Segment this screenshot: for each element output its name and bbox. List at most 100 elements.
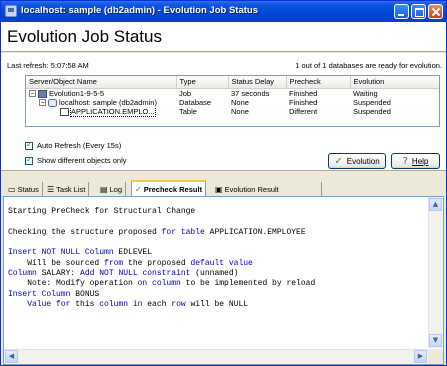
job-status-grid: Server/Object Name Type Status Delay Pre… xyxy=(25,75,440,127)
page-title: Evolution Job Status xyxy=(7,27,162,46)
tab-label: Evolution Result xyxy=(224,184,279,194)
table-row[interactable]: − Evolution1-9-5-5 Job 37 seconds Finishe… xyxy=(26,88,439,98)
output-keyword: Column xyxy=(8,269,37,279)
evolution-status: Suspended xyxy=(353,107,391,117)
output-line: Note: Modify operation on column to be i… xyxy=(8,279,428,289)
collapse-toggle-icon[interactable]: − xyxy=(39,99,46,107)
collapse-toggle-icon[interactable]: − xyxy=(29,90,36,98)
page-header: Evolution Job Status xyxy=(1,22,446,52)
tab-evolution-result[interactable]: ▣ Evolution Result xyxy=(212,182,322,196)
output-text: to be implemented by reload xyxy=(180,279,316,289)
column-header-evolution[interactable]: Evolution xyxy=(350,76,439,89)
output-line: Insert NOT NULL Column EDLEVEL xyxy=(8,248,428,258)
output-text: (unnamed) xyxy=(190,269,239,279)
tab-status[interactable]: ▭ Status xyxy=(5,182,43,196)
scroll-right-icon[interactable]: ▶ xyxy=(414,350,427,363)
object-type: Table xyxy=(179,107,197,117)
scroll-left-icon[interactable]: ◀ xyxy=(5,350,18,363)
output-line: Insert Column BONUS xyxy=(8,290,428,300)
evolution-button-label: Evolution xyxy=(346,156,380,166)
precheck-result-panel: Starting PreCheck for Structural Change C… xyxy=(3,196,444,365)
precheck-output[interactable]: Starting PreCheck for Structural Change C… xyxy=(4,197,428,348)
status-panel: Last refresh: 5:07:58 AM 1 out of 1 data… xyxy=(1,53,446,170)
horizontal-scrollbar[interactable]: ◀ ▶ xyxy=(4,349,428,364)
maximize-button[interactable] xyxy=(411,4,426,19)
evolution-status: Waiting xyxy=(353,88,378,98)
table-icon xyxy=(60,108,69,117)
help-button[interactable]: ? Help xyxy=(391,153,440,169)
output-text: Checking the structure proposed xyxy=(8,227,162,237)
tab-label: Precheck Result xyxy=(143,185,203,194)
output-keyword: on column xyxy=(137,279,181,289)
precheck-status: Finished xyxy=(289,88,318,98)
tab-precheck-result[interactable]: ✓ Precheck Result xyxy=(131,180,207,197)
show-different-option[interactable]: Show different objects only xyxy=(25,155,127,165)
object-name: APPLICATION.EMPLO... xyxy=(70,107,156,117)
output-text: APPLICATION.EMPLOYEE xyxy=(204,227,306,237)
output-line: Value for this column in each row will b… xyxy=(8,300,428,310)
evolution-button[interactable]: ✓ Evolution xyxy=(328,153,386,169)
output-text: EDLEVEL xyxy=(113,248,153,258)
window-title: localhost: sample (db2admin) - Evolution… xyxy=(21,5,258,16)
checkmark-icon: ✓ xyxy=(334,155,343,167)
result-tabs: ▭ Status ☰ Task List ▤ Log ✓ Precheck Re… xyxy=(1,170,446,197)
show-different-label: Show different objects only xyxy=(37,156,127,165)
column-header-type[interactable]: Type xyxy=(176,76,229,89)
tab-log[interactable]: ▤ Log xyxy=(97,182,127,196)
column-header-name[interactable]: Server/Object Name xyxy=(26,76,177,89)
output-line: Starting PreCheck for Structural Change xyxy=(8,207,428,217)
tab-label: Task List xyxy=(56,184,86,194)
tab-task-list[interactable]: ☰ Task List xyxy=(44,182,90,196)
precheck-status: Different xyxy=(289,107,318,117)
task-list-icon: ☰ xyxy=(47,184,55,194)
status-delay: 37 seconds xyxy=(231,88,270,98)
output-text: SALARY: xyxy=(36,269,81,279)
evolution-job-status-window: localhost: sample (db2admin) - Evolution… xyxy=(0,0,447,366)
object-name: localhost: sample (db2admin) xyxy=(59,97,157,107)
output-keyword: Value for xyxy=(27,299,71,309)
output-text: this xyxy=(70,299,100,309)
output-line: Will be sourced from the proposed defaul… xyxy=(8,259,428,269)
precheck-status: Finished xyxy=(289,97,318,107)
minimize-button[interactable] xyxy=(394,4,409,19)
column-header-status-delay[interactable]: Status Delay xyxy=(228,76,287,89)
vertical-scrollbar[interactable]: ▲ ▼ xyxy=(428,197,443,348)
show-different-checkbox[interactable] xyxy=(25,155,33,165)
job-icon xyxy=(38,89,47,98)
help-icon: ? xyxy=(402,155,408,167)
column-header-precheck[interactable]: Precheck xyxy=(286,76,351,89)
databases-ready-text: 1 out of 1 databases are ready for evolu… xyxy=(295,61,442,70)
precheck-icon: ✓ xyxy=(135,185,142,194)
output-keyword: Add NOT NULL constraint xyxy=(80,269,191,279)
output-line: Checking the structure proposed for tabl… xyxy=(8,228,428,238)
output-text: the proposed xyxy=(123,258,191,268)
title-bar[interactable]: localhost: sample (db2admin) - Evolution… xyxy=(1,1,446,22)
auto-refresh-label: Auto Refresh (Every 15s) xyxy=(37,141,122,150)
output-keyword: from xyxy=(104,258,124,268)
object-type: Database xyxy=(179,97,212,107)
output-line: Column SALARY: Add NOT NULL constraint (… xyxy=(8,269,428,279)
output-text: Note: Modify operation xyxy=(8,279,138,289)
output-keyword: column in xyxy=(99,299,143,309)
output-keyword: Insert NOT NULL Column xyxy=(8,248,114,258)
output-text: BONUS xyxy=(70,289,100,299)
object-name: Evolution1-9-5-5 xyxy=(49,88,105,98)
help-button-label: Help xyxy=(411,156,429,166)
grid-header-row: Server/Object Name Type Status Delay Pre… xyxy=(26,76,439,89)
scroll-down-icon[interactable]: ▼ xyxy=(429,334,442,347)
status-delay: None xyxy=(231,97,249,107)
scroll-up-icon[interactable]: ▲ xyxy=(429,198,442,211)
auto-refresh-option[interactable]: Auto Refresh (Every 15s) xyxy=(25,140,122,150)
output-text: each xyxy=(142,299,172,309)
table-row[interactable]: − localhost: sample (db2admin) Database N… xyxy=(26,97,439,108)
object-type: Job xyxy=(179,88,192,98)
auto-refresh-checkbox[interactable] xyxy=(25,140,33,150)
table-row[interactable]: APPLICATION.EMPLO... Table None Differen… xyxy=(26,107,439,117)
status-icon: ▭ xyxy=(8,184,16,194)
scrollbar-corner xyxy=(428,349,443,364)
close-button[interactable] xyxy=(428,4,443,19)
